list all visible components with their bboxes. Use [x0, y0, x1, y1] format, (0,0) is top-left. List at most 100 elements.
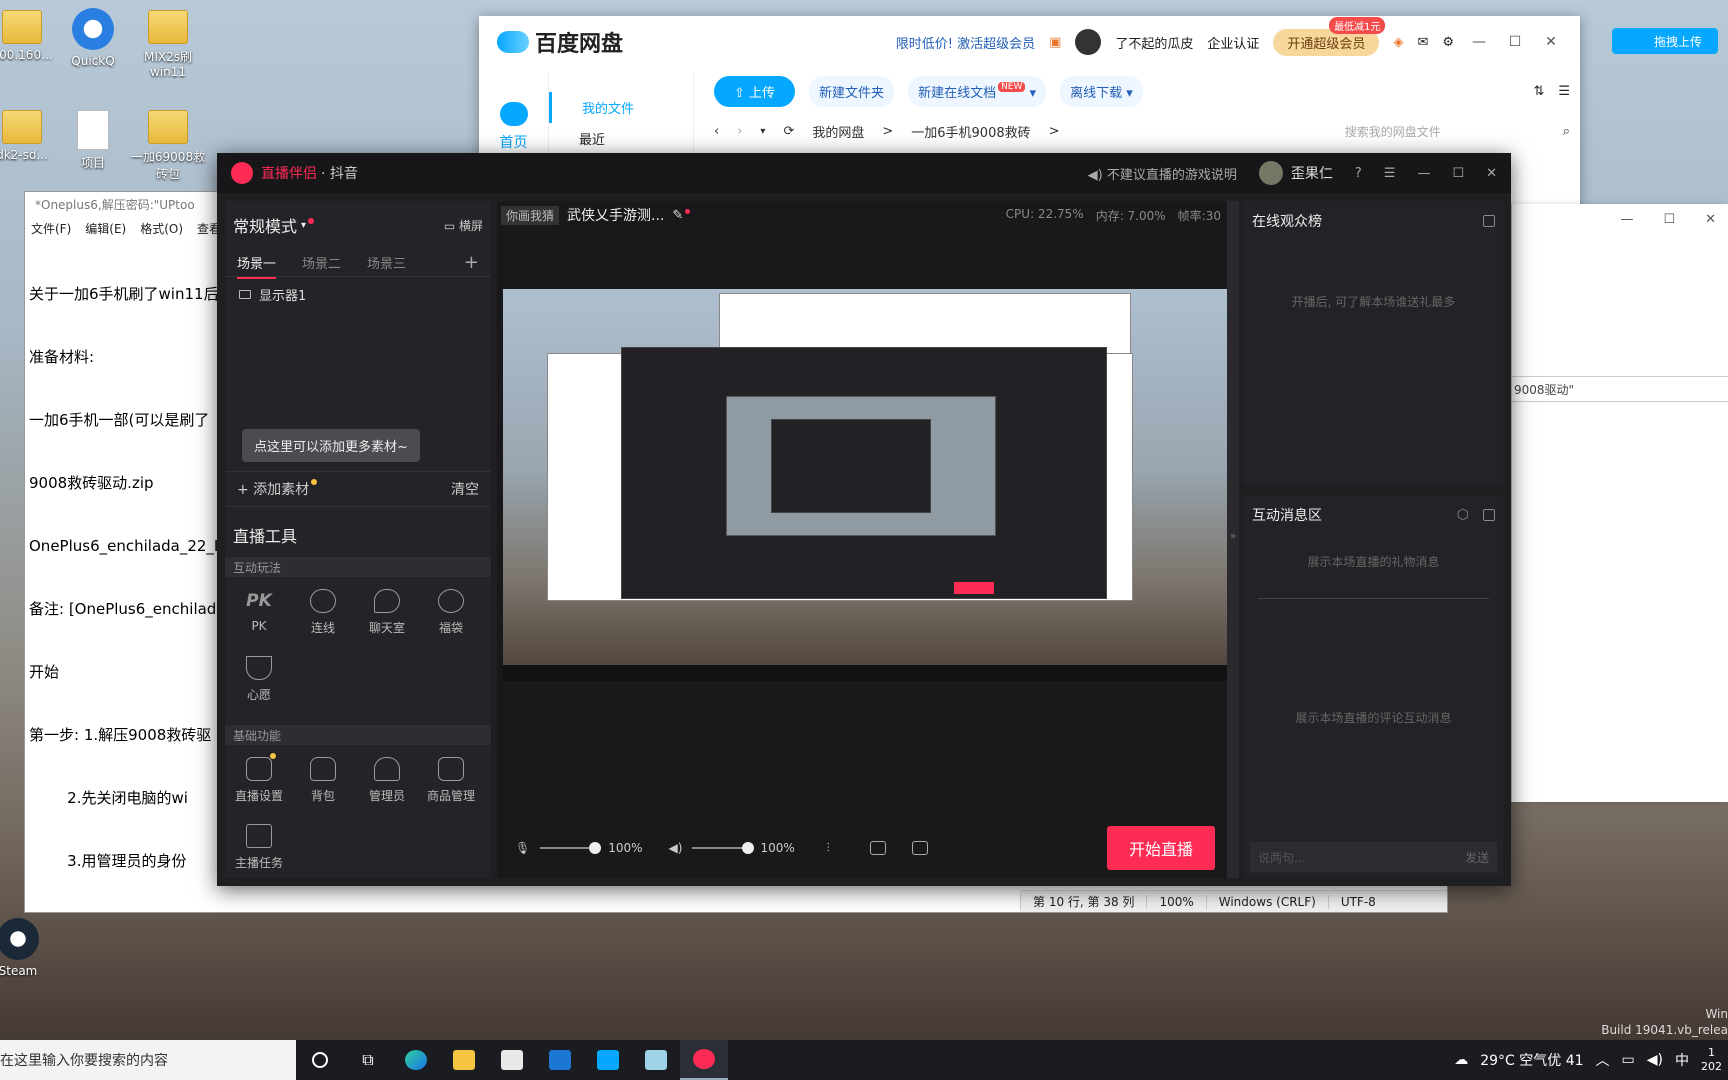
new-folder-button[interactable]: 新建文件夹: [809, 75, 895, 107]
baidu-username[interactable]: 了不起的瓜皮: [1115, 33, 1193, 52]
store-icon[interactable]: [488, 1040, 536, 1080]
back-icon[interactable]: ‹: [714, 124, 719, 139]
maximize-icon[interactable]: ☐: [1663, 212, 1675, 227]
start-live-button[interactable]: 开始直播: [1106, 826, 1215, 870]
desktop-icon-steam[interactable]: Steam: [0, 918, 58, 978]
popout-icon[interactable]: [1483, 215, 1495, 227]
history-dropdown-icon[interactable]: ▾: [760, 126, 765, 137]
chevron-up-icon[interactable]: ︿: [1596, 1050, 1610, 1070]
network-icon[interactable]: ▭: [1622, 1052, 1635, 1068]
slider-handle[interactable]: [741, 842, 754, 854]
clock[interactable]: 1 202: [1701, 1046, 1722, 1074]
desktop-icon-project[interactable]: 项目: [53, 110, 133, 171]
camera-icon[interactable]: [869, 841, 886, 855]
tool-backpack[interactable]: 背包: [291, 757, 355, 804]
sort-icon[interactable]: ⇅: [1533, 84, 1544, 99]
file-explorer-icon[interactable]: [440, 1040, 488, 1080]
send-button[interactable]: 发送: [1465, 849, 1489, 866]
tool-pk[interactable]: PK PK: [227, 589, 291, 636]
baidu-promo-link[interactable]: 限时低价! 激活超级会员: [896, 33, 1035, 52]
room-category-tag[interactable]: 你画我猜: [501, 205, 560, 225]
edge-icon[interactable]: [392, 1040, 440, 1080]
menu-format[interactable]: 格式(O): [140, 220, 183, 238]
panel-divider-handle[interactable]: [1258, 598, 1489, 599]
desktop-icon-quickq[interactable]: QuickQ: [53, 8, 133, 68]
minimize-icon[interactable]: —: [1468, 34, 1490, 50]
game-icon[interactable]: ◈: [1393, 35, 1403, 50]
baidu-enterprise-link[interactable]: 企业认证: [1207, 33, 1259, 52]
settings-icon[interactable]: ⚙: [1442, 35, 1454, 50]
baidu-search-input[interactable]: 搜索我的网盘文件: [1345, 123, 1545, 140]
tool-wish[interactable]: 心愿: [227, 656, 291, 703]
game-warning-link[interactable]: ◀) 不建议直播的游戏说明: [1088, 164, 1237, 183]
tool-anchor-tasks[interactable]: 主播任务: [227, 824, 291, 871]
speaker-volume-slider[interactable]: [692, 842, 754, 854]
upload-button[interactable]: ⇧ 上传: [714, 75, 796, 107]
breadcrumb-current[interactable]: 一加6手机9008救砖: [911, 122, 1030, 141]
tool-connect[interactable]: 连线: [291, 589, 355, 636]
gift-icon[interactable]: ▣: [1049, 35, 1061, 50]
douyin-taskbar-icon[interactable]: [680, 1040, 728, 1080]
baidu-home-tab[interactable]: 首页: [479, 132, 548, 152]
close-icon[interactable]: ✕: [1705, 212, 1716, 227]
mail-icon[interactable]: [536, 1040, 584, 1080]
maximize-icon[interactable]: ☐: [1504, 34, 1526, 50]
minimize-icon[interactable]: —: [1417, 166, 1430, 181]
forward-icon[interactable]: ›: [737, 124, 742, 139]
collapse-handle[interactable]: »: [1227, 201, 1239, 878]
offline-download-button[interactable]: 离线下载 ▾: [1060, 75, 1143, 107]
edit-icon[interactable]: ✎: [672, 208, 683, 223]
tab-scene-2[interactable]: 场景二: [302, 253, 341, 272]
tree-item-recent[interactable]: 最近: [549, 123, 693, 154]
desktop-icon-oneplus-rescue[interactable]: 一加69008救 砖包: [128, 110, 208, 182]
room-name[interactable]: 武侠乂手游测...: [567, 205, 664, 225]
breadcrumb-root[interactable]: 我的网盘: [812, 122, 864, 141]
search-icon[interactable]: ⌕: [1563, 124, 1570, 139]
mode-selector[interactable]: 常规模式 ▾ ▭ 横屏: [225, 201, 491, 249]
mail-icon[interactable]: ✉: [1417, 35, 1428, 50]
add-material-button[interactable]: + 添加素材: [237, 479, 318, 499]
home-icon[interactable]: [499, 102, 528, 126]
baidu-netdisk-taskbar-icon[interactable]: [584, 1040, 632, 1080]
source-item-display[interactable]: 显示器1: [225, 277, 491, 312]
list-view-icon[interactable]: ☰: [1558, 84, 1570, 99]
notepad-taskbar-icon[interactable]: [632, 1040, 680, 1080]
tab-scene-1[interactable]: 场景一: [237, 253, 277, 279]
tool-admin[interactable]: 管理员: [355, 757, 419, 804]
screen-capture-icon[interactable]: [911, 841, 928, 855]
tool-product-manage[interactable]: 商品管理: [419, 757, 483, 804]
baidu-avatar[interactable]: [1075, 29, 1102, 55]
menu-edit[interactable]: 编辑(E): [85, 220, 126, 238]
close-icon[interactable]: ✕: [1486, 166, 1497, 181]
menu-file[interactable]: 文件(F): [31, 220, 71, 238]
tab-scene-3[interactable]: 场景三: [367, 253, 406, 272]
tool-live-settings[interactable]: 直播设置: [227, 753, 291, 804]
help-icon[interactable]: ?: [1355, 166, 1362, 181]
minimize-icon[interactable]: —: [1620, 212, 1633, 227]
desktop-icon-mix2s[interactable]: MIX2s刷 win11: [128, 10, 208, 79]
add-scene-icon[interactable]: +: [464, 252, 479, 273]
mic-volume-slider[interactable]: [540, 842, 602, 854]
landscape-toggle[interactable]: ▭ 横屏: [444, 217, 483, 234]
baidu-float-upload[interactable]: 拖拽上传: [1612, 28, 1718, 54]
weather-icon[interactable]: ☁: [1454, 1052, 1468, 1068]
baidu-vip-button[interactable]: 开通超级会员 最低减1元: [1273, 16, 1386, 56]
volume-icon[interactable]: ◀): [1647, 1052, 1663, 1068]
task-view-icon[interactable]: ⧉: [344, 1040, 392, 1080]
tool-chatroom[interactable]: 聊天室: [355, 589, 419, 636]
speaker-icon[interactable]: ◀): [669, 841, 683, 855]
new-online-doc-button[interactable]: 新建在线文档 NEW ▾: [908, 75, 1047, 107]
ime-indicator[interactable]: 中: [1675, 1050, 1689, 1070]
chat-input[interactable]: 说两句... 发送: [1250, 842, 1497, 872]
user-avatar[interactable]: [1258, 161, 1283, 185]
live-preview-canvas[interactable]: [503, 289, 1227, 681]
close-icon[interactable]: ✕: [1540, 34, 1562, 50]
taskbar-search-box[interactable]: 在这里输入你要搜索的内容: [0, 1040, 296, 1080]
clear-button[interactable]: 清空: [451, 479, 479, 499]
cortana-icon[interactable]: [296, 1040, 344, 1080]
weather-text[interactable]: 29°C 空气优 41: [1480, 1050, 1583, 1070]
popout-icon[interactable]: [1483, 509, 1495, 521]
douyin-username[interactable]: 歪果仁: [1291, 163, 1333, 183]
tree-item-myfiles[interactable]: 我的文件: [549, 92, 693, 123]
menu-icon[interactable]: ☰: [1384, 166, 1396, 181]
